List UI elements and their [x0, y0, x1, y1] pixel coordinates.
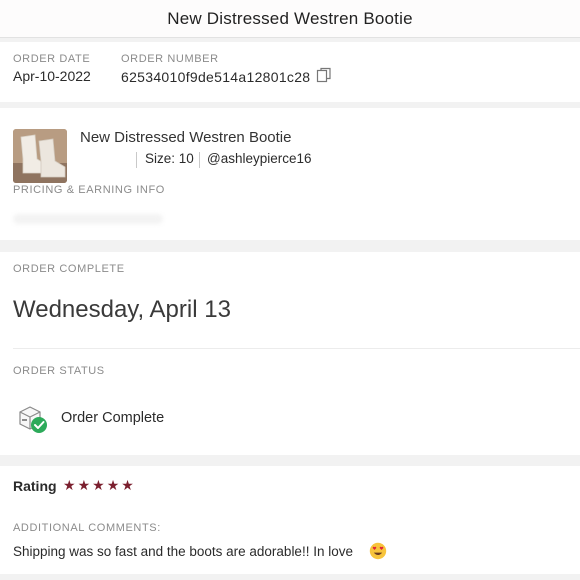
copy-icon[interactable] — [316, 67, 332, 83]
page-header: New Distressed Westren Bootie — [0, 0, 580, 38]
star-icon: ★ — [77, 477, 91, 493]
order-complete-icon — [19, 406, 47, 433]
pricing-info-placeholder — [13, 214, 163, 224]
order-status-text: Order Complete — [61, 410, 165, 426]
product-thumbnail[interactable] — [13, 129, 67, 183]
rating-stars: ★ ★ ★ ★ ★ — [63, 477, 134, 493]
product-meta-divider — [136, 152, 137, 168]
order-date-value: Apr-10-2022 — [13, 68, 91, 84]
boot-image — [13, 129, 67, 183]
order-complete-label: ORDER COMPLETE — [13, 263, 125, 275]
additional-comments-label: ADDITIONAL COMMENTS: — [13, 522, 161, 534]
product-size: Size: 10 — [145, 151, 194, 166]
order-status-label: ORDER STATUS — [13, 365, 105, 377]
seller-username-link[interactable]: @ashleypierce16 — [207, 151, 312, 166]
order-complete-date: Wednesday, April 13 — [13, 296, 231, 323]
star-icon: ★ — [92, 477, 105, 493]
order-date-label: ORDER DATE — [13, 53, 91, 65]
heart-eyes-emoji-icon — [369, 542, 387, 560]
section-divider — [13, 348, 580, 349]
order-number-value: 62534010f9de514a12801c28 — [121, 69, 311, 85]
page-title: New Distressed Westren Bootie — [167, 8, 413, 28]
star-icon: ★ — [106, 477, 120, 493]
pricing-earning-label: PRICING & EARNING INFO — [13, 184, 165, 196]
star-icon: ★ — [63, 477, 76, 493]
order-number-label: ORDER NUMBER — [121, 53, 219, 65]
order-info-card: ORDER DATE Apr-10-2022 ORDER NUMBER 6253… — [0, 42, 580, 102]
rating-label: Rating — [13, 478, 57, 494]
product-meta-divider — [199, 152, 200, 168]
star-icon: ★ — [121, 477, 134, 493]
rating-card: Rating ★ ★ ★ ★ ★ ADDITIONAL COMMENTS: Sh… — [0, 466, 580, 574]
product-title[interactable]: New Distressed Westren Bootie — [80, 129, 291, 146]
additional-comments-text: Shipping was so fast and the boots are a… — [13, 544, 353, 559]
order-complete-card: ORDER COMPLETE Wednesday, April 13 ORDER… — [0, 252, 580, 455]
product-card: New Distressed Westren Bootie Size: 10 @… — [0, 108, 580, 240]
